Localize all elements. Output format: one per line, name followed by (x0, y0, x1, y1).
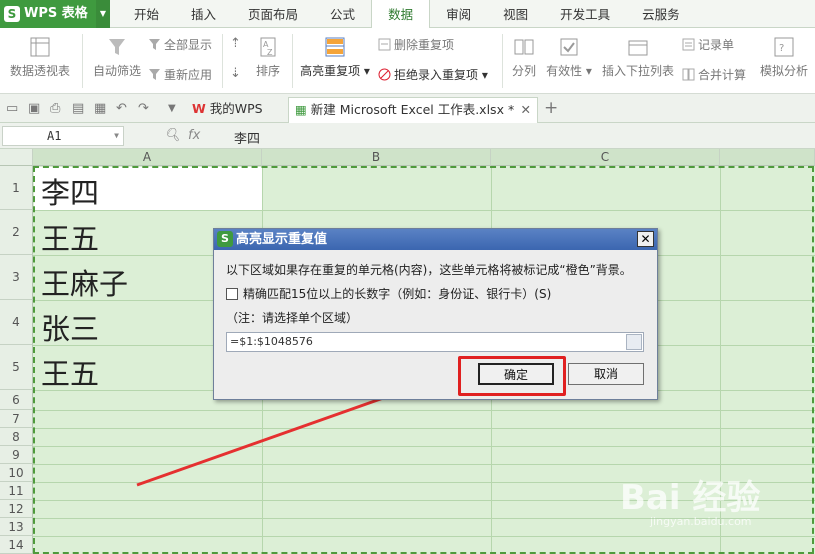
cancel-button[interactable]: 取消 (568, 363, 644, 385)
dialog-title-bar: S 高亮显示重复值 ✕ (214, 229, 657, 250)
range-value: =$1:$1048576 (230, 335, 313, 348)
highlight-box (458, 356, 566, 396)
range-picker-icon[interactable] (626, 334, 642, 350)
dialog-description: 以下区域如果存在重复的单元格(内容)，这些单元格将被标记成“橙色”背景。 (226, 263, 632, 277)
checkbox[interactable] (226, 288, 238, 300)
dialog-note: （注：请选择单个区域） (226, 311, 359, 325)
dialog-title: 高亮显示重复值 (236, 232, 328, 247)
long-number-checkbox[interactable]: 精确匹配15位以上的长数字（例如：身份证、银行卡）(S) (226, 285, 551, 302)
close-icon[interactable]: ✕ (637, 231, 654, 247)
highlight-duplicates-dialog: S 高亮显示重复值 ✕ 以下区域如果存在重复的单元格(内容)，这些单元格将被标记… (213, 228, 658, 400)
wps-logo-icon: S (217, 231, 233, 247)
baidu-watermark: Bai 经验 jingyan.baidu.com (620, 470, 760, 528)
watermark-sub: jingyan.baidu.com (650, 515, 752, 528)
range-input[interactable]: =$1:$1048576 (226, 332, 644, 352)
checkbox-label: 精确匹配15位以上的长数字（例如：身份证、银行卡）(S) (243, 287, 552, 301)
watermark-main: Bai 经验 (620, 478, 761, 518)
